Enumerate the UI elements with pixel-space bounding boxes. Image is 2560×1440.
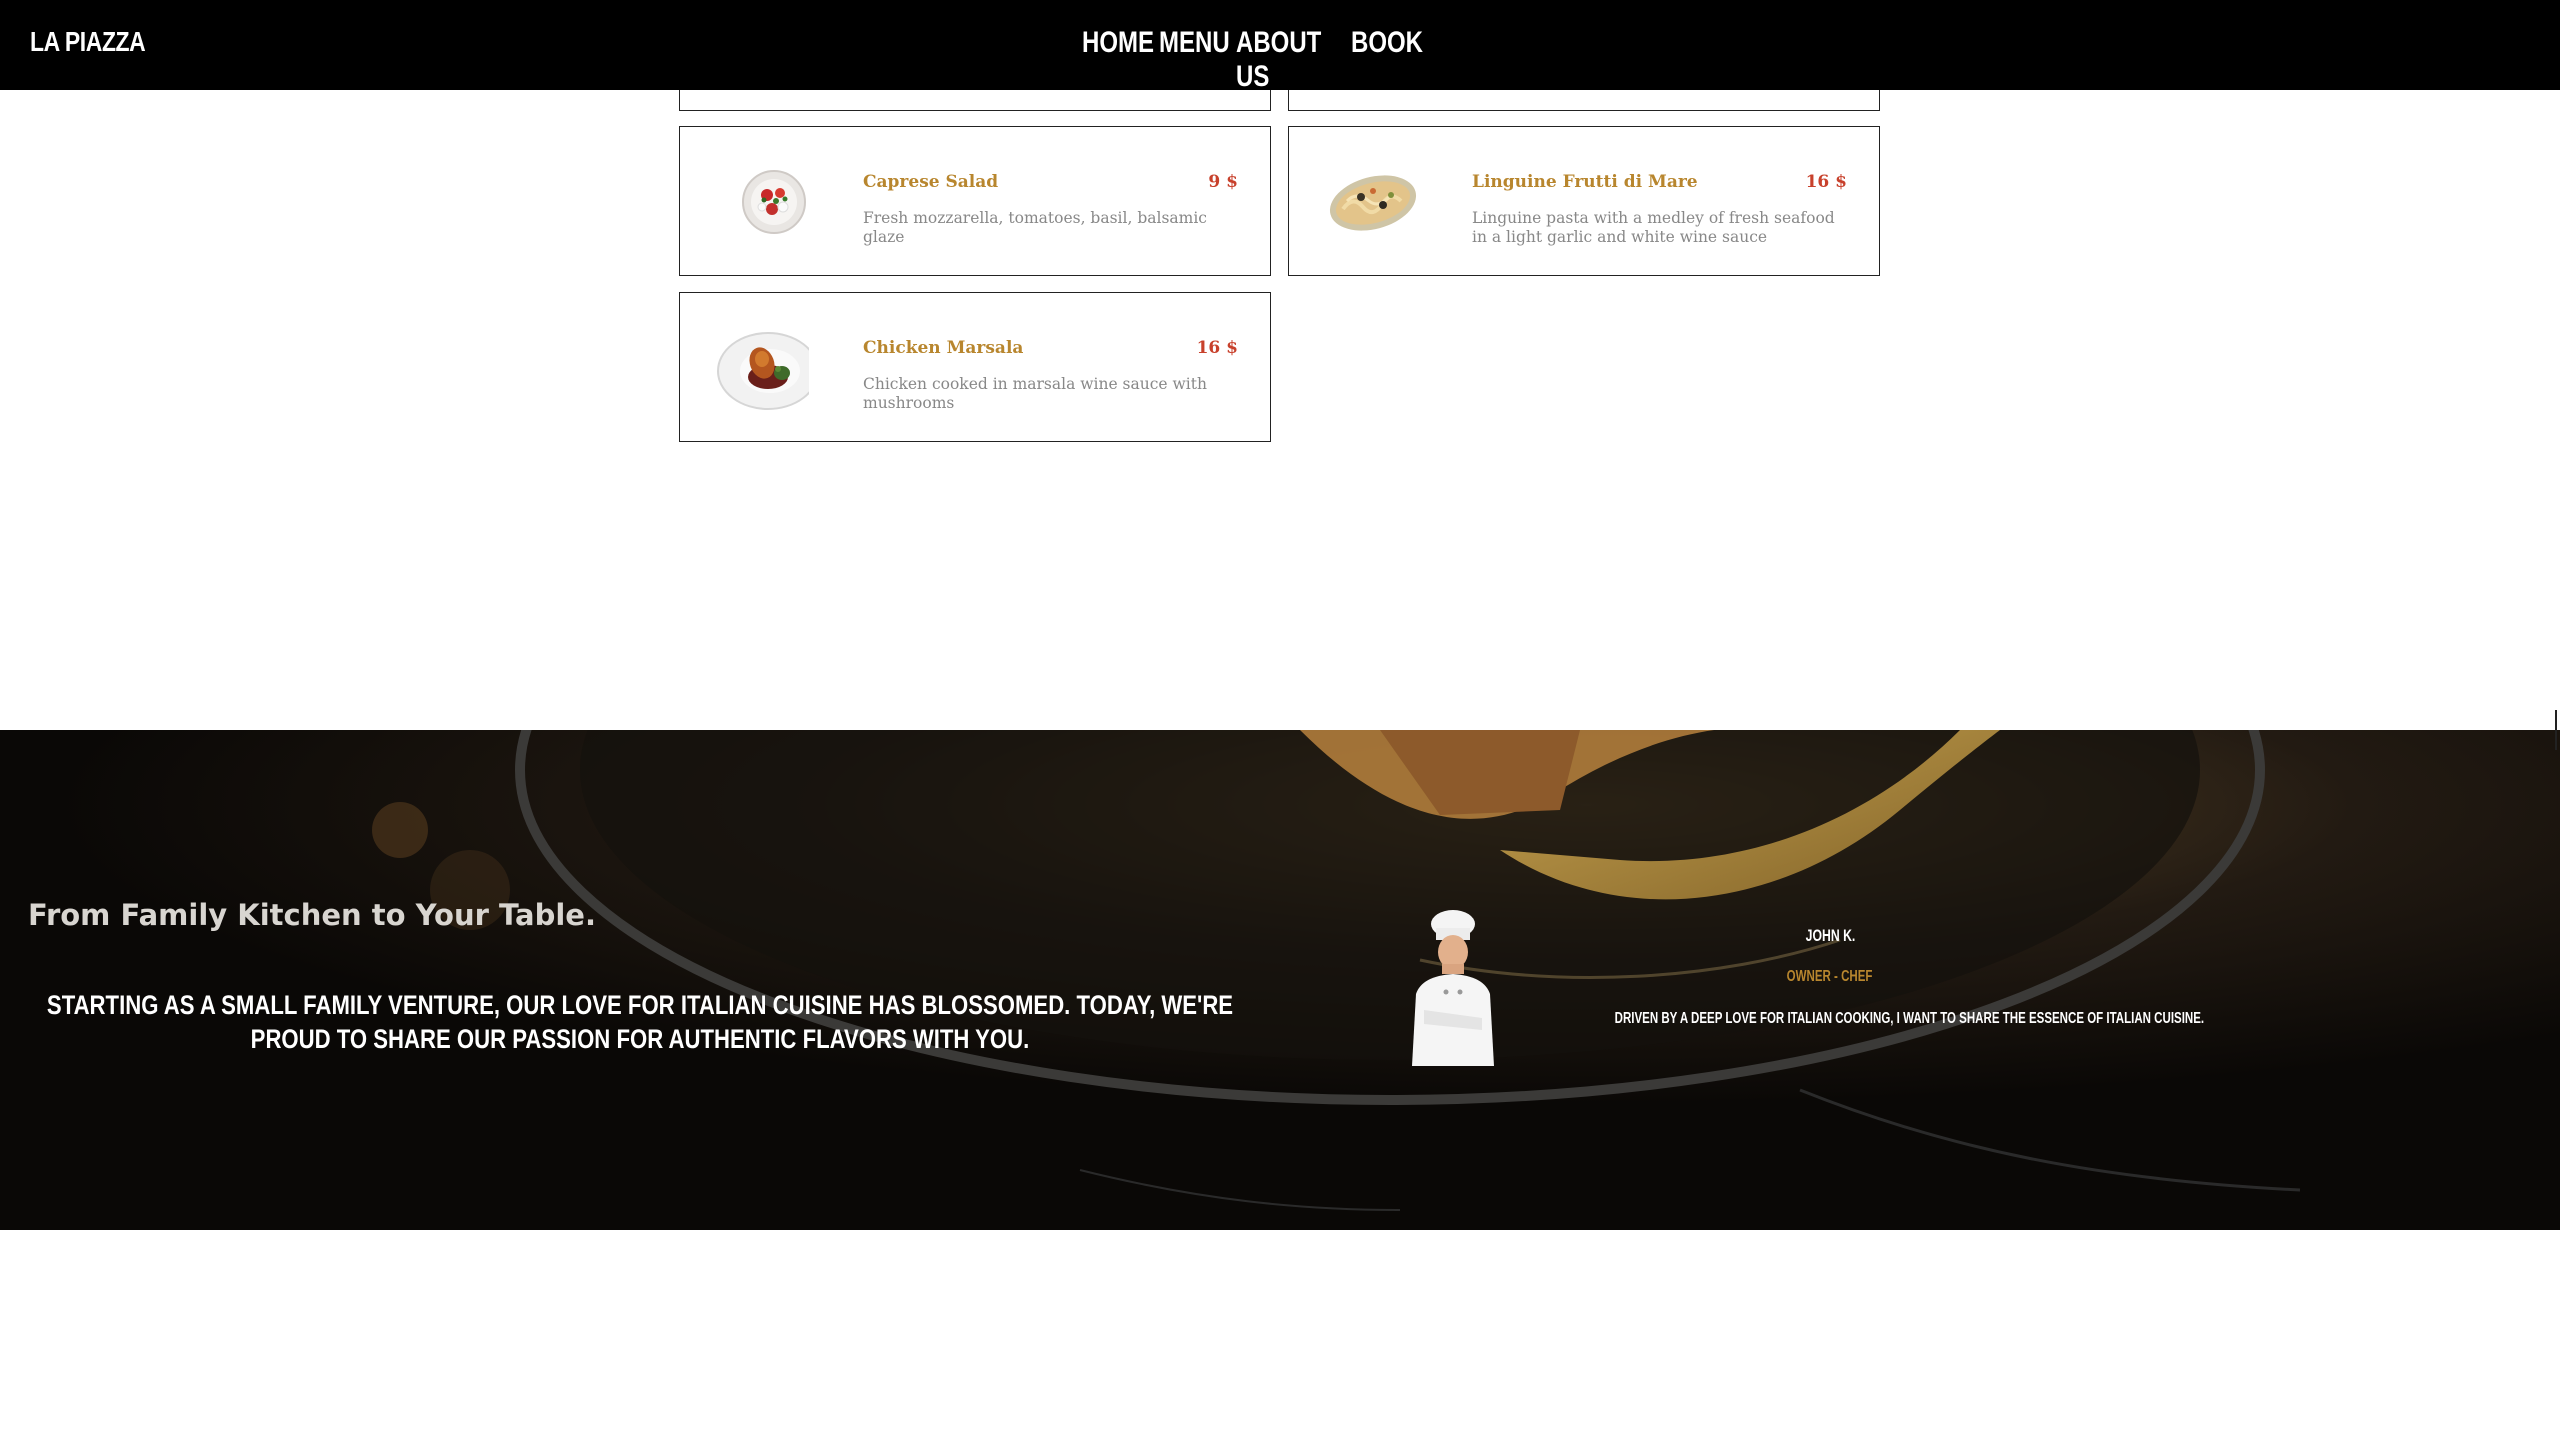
chef-quote: Driven by a deep love for Italian cookin… xyxy=(1614,1010,2205,1027)
nav-link-menu[interactable]: MENU xyxy=(1159,26,1230,94)
about-section: From Family Kitchen to Your Table. Start… xyxy=(0,730,2560,1230)
chef-name: JOHN K. xyxy=(1805,926,1855,945)
dish-description: Fresh mozzarella, tomatoes, basil, balsa… xyxy=(863,209,1207,246)
dish-price: 16 $ xyxy=(1805,172,1847,192)
chef-photo xyxy=(1412,910,1494,1066)
about-story: Starting as a small family venture, our … xyxy=(20,988,1260,1056)
dish-name: Chicken Marsala xyxy=(863,338,1024,358)
nav-link-about-us[interactable]: ABOUT US xyxy=(1236,26,1334,94)
dish-description: Linguine pasta with a medley of fresh se… xyxy=(1472,209,1835,246)
nav-link-home[interactable]: HOME xyxy=(1082,26,1154,94)
menu-card[interactable]: Linguine Frutti di Mare 16 $ Linguine pa… xyxy=(1288,126,1880,276)
top-navbar: LA PIAZZA HOME MENU ABOUT US BOOK xyxy=(0,0,2560,93)
dish-price: 16 $ xyxy=(1196,338,1238,358)
chef-role: OWNER - CHEF xyxy=(1787,968,1873,985)
main-nav: HOME MENU ABOUT US BOOK xyxy=(1082,26,1423,94)
about-heading: From Family Kitchen to Your Table. xyxy=(28,898,596,932)
menu-card[interactable]: Chicken Marsala 16 $ Chicken cooked in m… xyxy=(679,292,1271,442)
chicken-marsala-icon xyxy=(717,332,809,410)
dish-price: 9 $ xyxy=(1208,172,1238,192)
scrollbar-thumb[interactable] xyxy=(2555,710,2557,750)
brand-logo[interactable]: LA PIAZZA xyxy=(30,26,146,58)
food-plate-background xyxy=(0,730,2560,1230)
seafood-pasta-icon xyxy=(1329,175,1417,231)
nav-link-book[interactable]: BOOK xyxy=(1351,26,1423,94)
caprese-salad-icon xyxy=(742,170,806,234)
about-story-text: Starting as a small family venture, our … xyxy=(46,990,1234,1054)
menu-card[interactable]: Caprese Salad 9 $ Fresh mozzarella, toma… xyxy=(679,126,1271,276)
dish-description: Chicken cooked in marsala wine sauce wit… xyxy=(863,375,1207,412)
dish-name: Linguine Frutti di Mare xyxy=(1472,172,1698,192)
dish-name: Caprese Salad xyxy=(863,172,999,192)
